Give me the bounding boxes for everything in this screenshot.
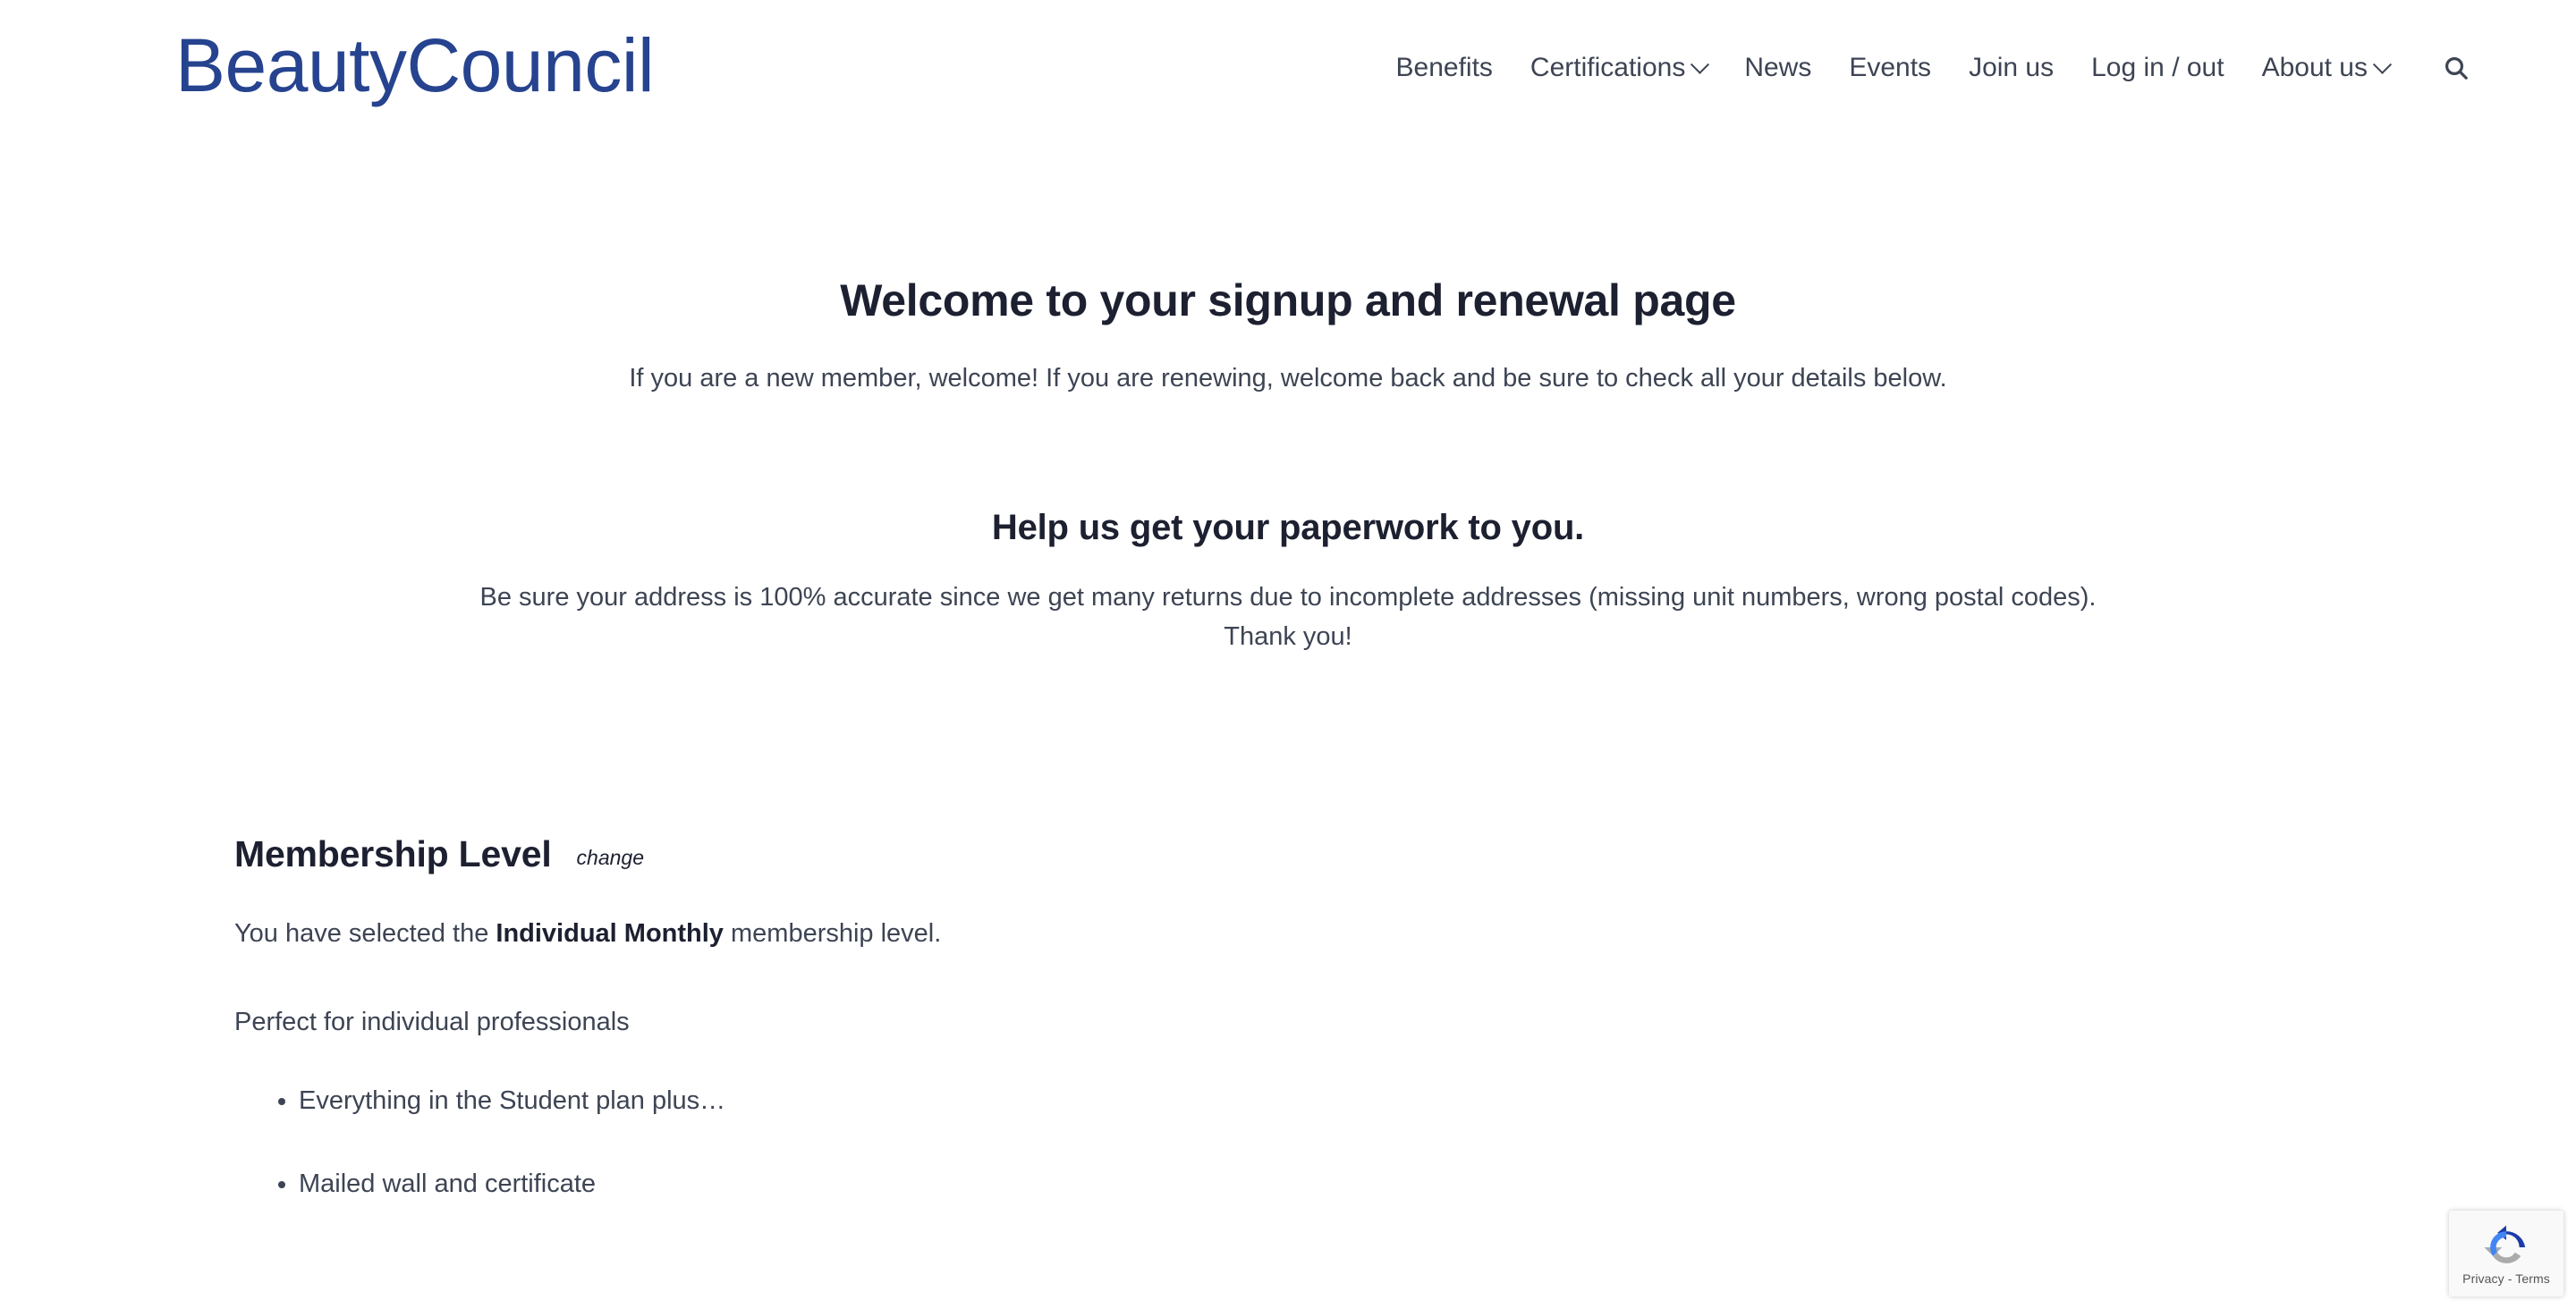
chevron-down-icon (1690, 55, 1710, 74)
nav-label: Certifications (1530, 53, 1686, 82)
recaptcha-icon (2484, 1225, 2526, 1264)
page-title: Welcome to your signup and renewal page (840, 275, 1736, 325)
membership-level-title: Membership Level (234, 833, 552, 875)
nav-item-about-us[interactable]: About us (2243, 55, 2408, 81)
membership-level-section: Membership Level change You have selecte… (0, 832, 2576, 1203)
membership-level-header: Membership Level change (234, 832, 2576, 876)
chevron-down-icon (2372, 55, 2393, 74)
recaptcha-privacy-terms[interactable]: Privacy - Terms (2462, 1271, 2550, 1286)
nav-label: About us (2261, 53, 2368, 82)
list-item: Mailed wall and certificate (299, 1165, 2576, 1204)
site-header: BeautyCouncil Benefits Certifications Ne… (0, 0, 2576, 136)
nav-label: News (1744, 53, 1812, 82)
nav-label: Benefits (1395, 53, 1493, 82)
search-button[interactable] (2408, 54, 2490, 82)
site-logo[interactable]: BeautyCouncil (175, 28, 655, 103)
membership-feature-list: Everything in the Student plan plus… Mai… (234, 1082, 2576, 1204)
list-item: Everything in the Student plan plus… (299, 1082, 2576, 1121)
nav-label: Join us (1969, 53, 2055, 82)
welcome-block: Welcome to your signup and renewal page … (0, 274, 2576, 399)
selected-level-name: Individual Monthly (496, 918, 724, 948)
nav-item-benefits[interactable]: Benefits (1377, 55, 1512, 81)
paperwork-heading: Help us get your paperwork to you. (991, 507, 1585, 547)
nav-item-certifications[interactable]: Certifications (1512, 55, 1725, 81)
nav-item-events[interactable]: Events (1830, 55, 1950, 81)
main-content: Welcome to your signup and renewal page … (0, 136, 2576, 1204)
nav-item-join-us[interactable]: Join us (1950, 55, 2072, 81)
selected-level-suffix: membership level. (723, 918, 942, 948)
paperwork-block: Help us get your paperwork to you. Be su… (0, 506, 2576, 658)
membership-description: Perfect for individual professionals (234, 1008, 630, 1037)
recaptcha-badge[interactable]: Privacy - Terms (2449, 1211, 2563, 1296)
paperwork-note: Be sure your address is 100% accurate si… (304, 578, 2272, 658)
paperwork-note-line1: Be sure your address is 100% accurate si… (479, 582, 2097, 612)
nav-label: Log in / out (2091, 53, 2224, 82)
selected-level-prefix: You have selected the (234, 918, 496, 948)
change-membership-link[interactable]: change (577, 848, 644, 868)
nav-item-log-in-out[interactable]: Log in / out (2072, 55, 2242, 81)
search-icon (2445, 56, 2468, 80)
intro-paragraph: If you are a new member, welcome! If you… (629, 364, 1947, 393)
nav-label: Events (1849, 53, 1932, 82)
paperwork-note-line2: Thank you! (1224, 622, 1352, 652)
main-navigation: Benefits Certifications News Events Join… (1377, 54, 2490, 82)
selected-level-text: You have selected the Individual Monthly… (234, 915, 2576, 954)
nav-item-news[interactable]: News (1725, 55, 1830, 81)
